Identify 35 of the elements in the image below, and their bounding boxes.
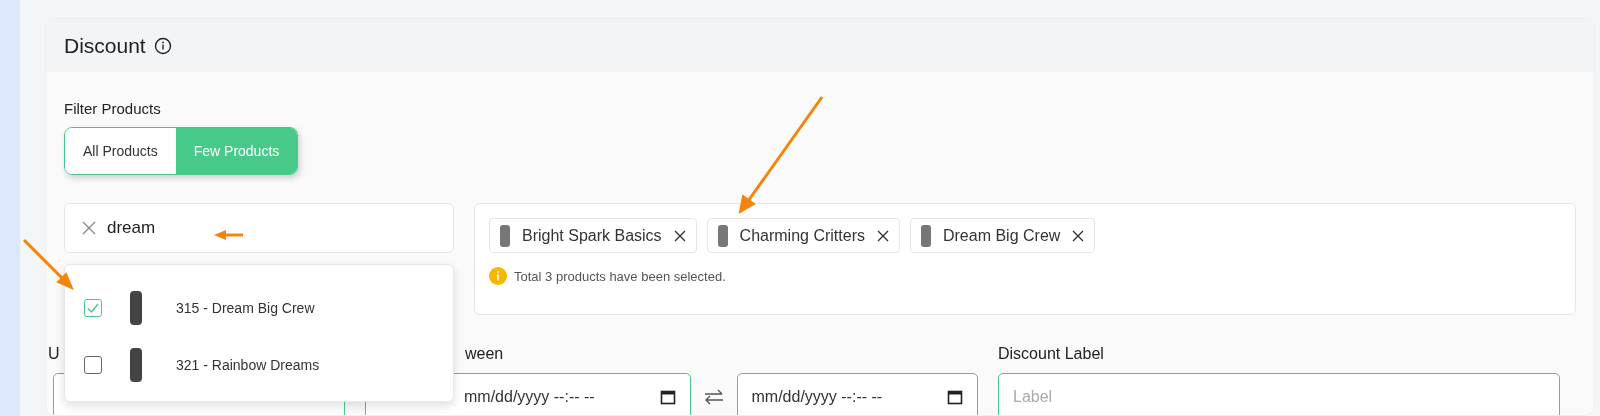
photo-placeholder bbox=[130, 290, 142, 325]
result-label[interactable]: 321 - Rainbow Dreams bbox=[176, 356, 320, 373]
date-placeholder: mm/dd/yyyy --:-- -- bbox=[464, 388, 595, 406]
chip-label: Dream Big Crew bbox=[942, 226, 1061, 245]
close-icon[interactable] bbox=[673, 229, 686, 242]
date-placeholder: mm/dd/yyyy --:-- -- bbox=[751, 388, 883, 406]
annotation-arrow bbox=[214, 230, 243, 240]
info-icon bbox=[489, 267, 507, 285]
close-icon[interactable] bbox=[1072, 229, 1085, 242]
chip-label: Charming Critters bbox=[739, 226, 865, 245]
date-field[interactable]: mm/dd/yyyy --:-- -- bbox=[736, 373, 978, 415]
card-title: Discount bbox=[64, 33, 146, 58]
photo-placeholder bbox=[130, 347, 142, 382]
filter-option[interactable]: All Products bbox=[65, 128, 176, 174]
field-label: ween bbox=[464, 345, 505, 363]
input-field[interactable]: Label bbox=[998, 373, 1560, 415]
checkbox[interactable] bbox=[84, 355, 102, 374]
clear-icon[interactable] bbox=[82, 221, 96, 235]
info-icon bbox=[153, 36, 172, 55]
search-field[interactable]: dream bbox=[64, 203, 454, 253]
photo-placeholder bbox=[500, 224, 510, 247]
filter-label: Filter Products bbox=[64, 100, 161, 117]
field-label: U bbox=[48, 345, 61, 363]
annotation-arrow bbox=[22, 238, 74, 290]
calendar-icon[interactable] bbox=[659, 389, 676, 405]
chip-label: Bright Spark Basics bbox=[522, 226, 662, 245]
photo-placeholder bbox=[717, 224, 728, 247]
checkbox[interactable] bbox=[84, 298, 102, 317]
field-label: Discount Label bbox=[998, 345, 1105, 363]
swap-icon bbox=[702, 388, 725, 406]
close-icon[interactable] bbox=[876, 229, 889, 242]
selection-summary: Total 3 products have been selected. bbox=[514, 268, 726, 284]
photo-placeholder bbox=[920, 224, 931, 247]
result-label[interactable]: 315 - Dream Big Crew bbox=[176, 299, 315, 316]
calendar-icon[interactable] bbox=[947, 389, 963, 405]
